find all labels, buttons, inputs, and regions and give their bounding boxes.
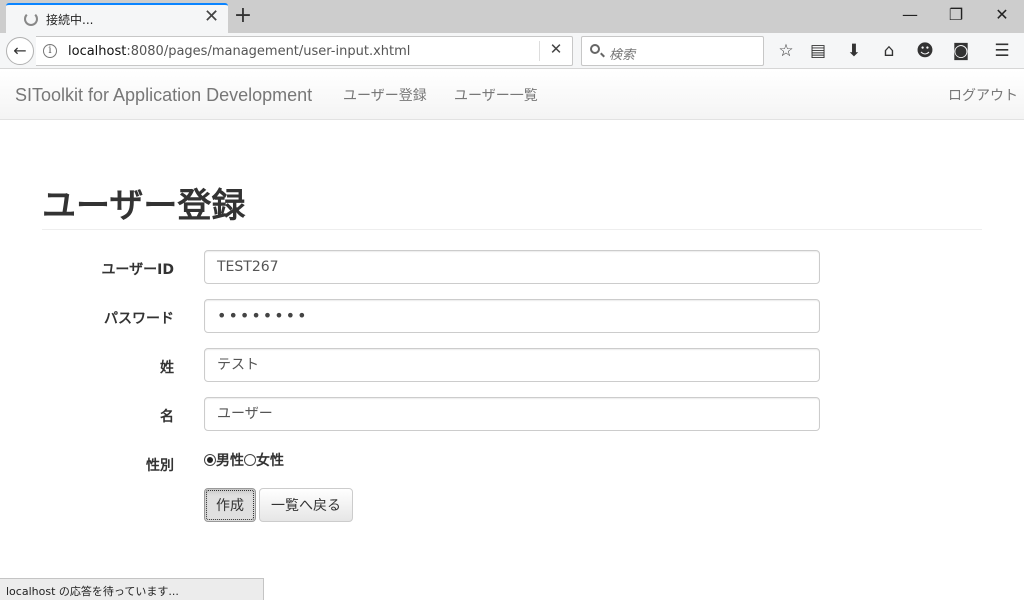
- gender-female-radio[interactable]: [244, 454, 256, 466]
- password-label: パスワード: [104, 311, 174, 327]
- first-name-label: 名: [160, 409, 174, 425]
- pocket-icon[interactable]: ◙: [949, 40, 973, 62]
- browser-tab-bar: 接続中... ✕ + — ❐ ✕: [0, 0, 1024, 33]
- user-id-label: ユーザーID: [101, 262, 174, 278]
- restore-button[interactable]: ❐: [934, 4, 978, 28]
- smiley-icon[interactable]: ☻: [913, 40, 937, 62]
- browser-tab[interactable]: 接続中... ✕: [6, 3, 228, 33]
- gender-male-label[interactable]: 男性: [216, 453, 244, 469]
- search-icon: [590, 44, 600, 54]
- url-bar[interactable]: i localhost:8080/pages/management/user-i…: [36, 36, 573, 66]
- last-name-field[interactable]: テスト: [204, 348, 820, 382]
- nav-link-user-register[interactable]: ユーザー登録: [343, 85, 427, 105]
- new-tab-button[interactable]: +: [232, 4, 254, 28]
- last-name-label: 姓: [160, 360, 174, 376]
- tab-close-icon[interactable]: ✕: [204, 7, 219, 27]
- home-icon[interactable]: ⌂: [877, 40, 901, 62]
- page-title: ユーザー登録: [42, 186, 246, 226]
- stop-icon[interactable]: ✕: [546, 40, 566, 58]
- search-input[interactable]: 検索: [581, 36, 764, 66]
- url-divider: [539, 41, 540, 61]
- search-placeholder: 検索: [609, 48, 636, 63]
- password-field[interactable]: ••••••••: [204, 299, 820, 333]
- back-to-list-button[interactable]: 一覧へ戻る: [259, 488, 353, 522]
- star-icon[interactable]: ☆: [774, 40, 798, 62]
- download-icon[interactable]: ⬇: [842, 40, 866, 62]
- gender-label: 性別: [146, 458, 174, 474]
- title-divider: [42, 229, 982, 230]
- menu-icon[interactable]: ☰: [990, 40, 1014, 62]
- tab-title: 接続中...: [46, 13, 94, 27]
- gender-male-radio[interactable]: [204, 454, 216, 466]
- user-id-field[interactable]: TEST267: [204, 250, 820, 284]
- window-close-button[interactable]: ✕: [980, 4, 1024, 28]
- back-button[interactable]: ←: [6, 37, 34, 65]
- reader-icon[interactable]: ▤: [806, 40, 830, 62]
- brand-link[interactable]: SIToolkit for Application Development: [15, 85, 312, 106]
- url-text[interactable]: localhost:8080/pages/management/user-inp…: [68, 44, 410, 59]
- create-button[interactable]: 作成: [204, 488, 256, 522]
- first-name-field[interactable]: ユーザー: [204, 397, 820, 431]
- info-icon[interactable]: i: [43, 44, 57, 58]
- gender-female-label[interactable]: 女性: [256, 453, 284, 469]
- app-navbar: SIToolkit for Application Development ユー…: [0, 70, 1024, 120]
- nav-link-user-list[interactable]: ユーザー一覧: [454, 85, 538, 105]
- gender-radio-group: 男性 女性: [204, 450, 284, 470]
- status-bar: localhost の応答を待っています...: [0, 578, 264, 600]
- logout-link[interactable]: ログアウト: [948, 85, 1018, 105]
- loading-spinner-icon: [24, 12, 38, 26]
- minimize-button[interactable]: —: [888, 4, 932, 28]
- browser-nav-bar: i localhost:8080/pages/management/user-i…: [0, 33, 1024, 69]
